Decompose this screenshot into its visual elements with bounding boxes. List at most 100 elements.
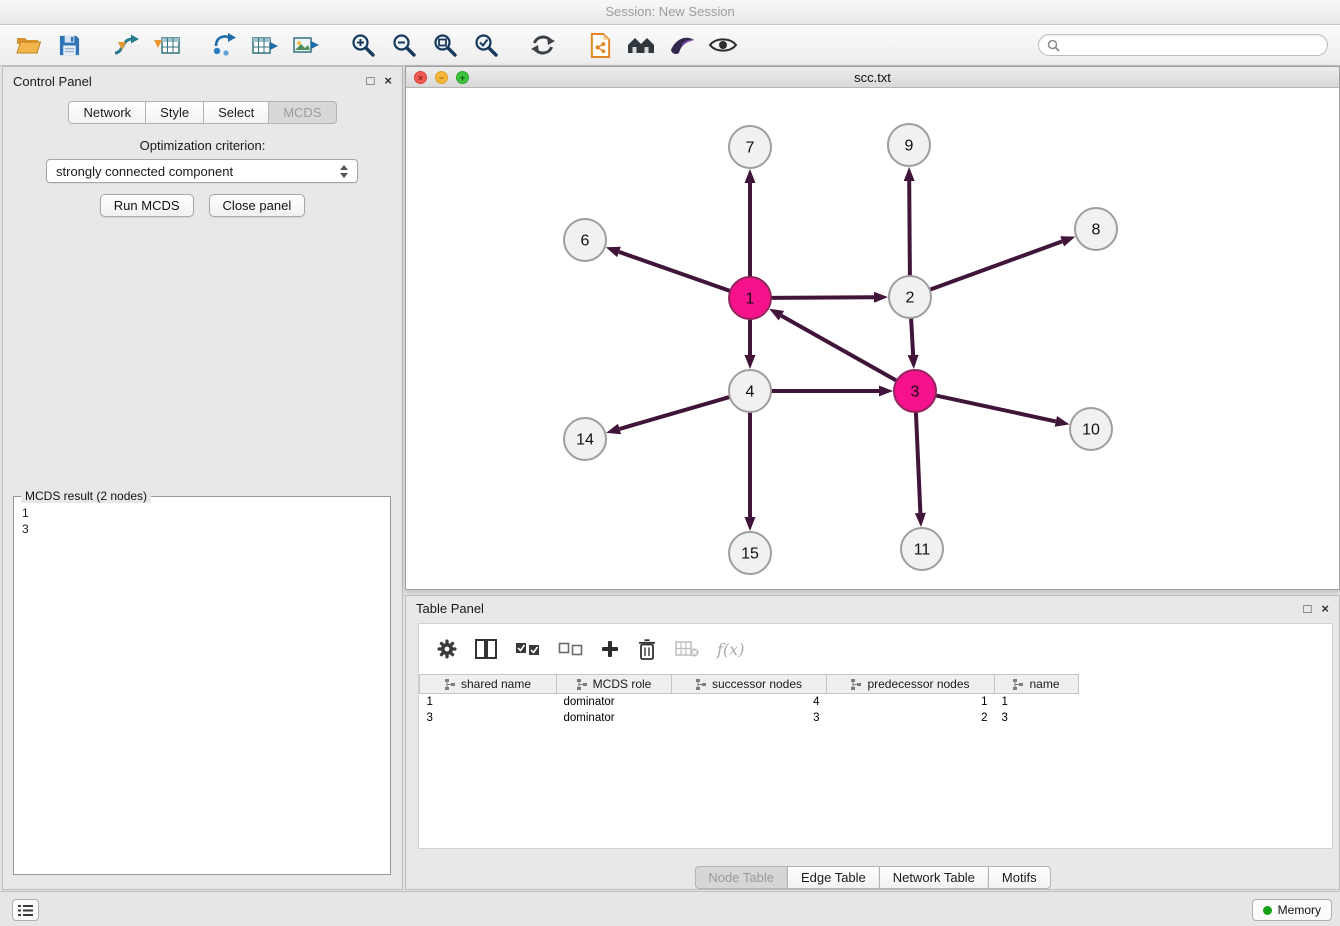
graph-node-9[interactable]: 9 (888, 124, 930, 166)
deselect-all-columns-button[interactable] (558, 634, 583, 664)
network-file-button[interactable] (582, 29, 618, 61)
graph-edge-3-11[interactable] (915, 412, 926, 527)
table-cell[interactable]: 1 (420, 694, 557, 710)
graph-node-6[interactable]: 6 (564, 219, 606, 261)
import-network-button[interactable] (108, 29, 144, 61)
show-graphics-button[interactable] (705, 29, 741, 61)
delete-column-button[interactable] (637, 634, 657, 664)
network-window-titlebar[interactable]: × − + scc.txt (406, 67, 1339, 88)
graph-node-3[interactable]: 3 (894, 370, 936, 412)
table-cell[interactable]: 1 (827, 694, 995, 710)
refresh-layout-button[interactable] (525, 29, 561, 61)
column-header-shared-name[interactable]: shared name (420, 675, 557, 694)
table-row[interactable]: 1dominator411 (420, 694, 1333, 710)
float-table-panel-icon[interactable]: □ (1304, 602, 1312, 616)
svg-text:3: 3 (911, 384, 920, 401)
graph-edge-2-8[interactable] (930, 236, 1076, 290)
export-image-button[interactable] (288, 29, 324, 61)
tab-node-table[interactable]: Node Table (694, 866, 788, 889)
table-cell[interactable]: 2 (827, 710, 995, 726)
search-box[interactable] (1038, 34, 1328, 56)
graph-node-14[interactable]: 14 (564, 418, 606, 460)
close-table-panel-icon[interactable]: × (1321, 602, 1329, 616)
table-cell[interactable]: 3 (995, 710, 1079, 726)
graph-edge-1-6[interactable] (606, 247, 730, 291)
graph-edge-2-3[interactable] (908, 318, 919, 369)
graph-edge-2-9[interactable] (904, 167, 915, 276)
show-columns-button[interactable] (475, 634, 497, 664)
table-cell[interactable]: dominator (557, 710, 672, 726)
column-header-successor-nodes[interactable]: successor nodes (672, 675, 827, 694)
delete-table-icon (675, 640, 699, 658)
close-window-icon[interactable]: × (414, 71, 427, 84)
zoom-out-button[interactable] (386, 29, 422, 61)
memory-button[interactable]: Memory (1252, 899, 1332, 921)
open-session-button[interactable] (10, 29, 46, 61)
unchecked-boxes-icon (558, 642, 583, 656)
table-settings-button[interactable] (437, 634, 457, 664)
criterion-select[interactable]: strongly connected component (46, 159, 358, 183)
zoom-in-icon (350, 32, 376, 58)
export-image-icon (292, 32, 320, 58)
home-layout-button[interactable] (623, 29, 659, 61)
graph-edge-3-1[interactable] (769, 309, 897, 381)
tab-style[interactable]: Style (145, 101, 204, 124)
create-column-button[interactable] (601, 634, 619, 664)
select-all-columns-button[interactable] (515, 634, 540, 664)
graph-node-4[interactable]: 4 (729, 370, 771, 412)
column-header-name[interactable]: name (995, 675, 1079, 694)
table-row[interactable]: 3dominator323 (420, 710, 1333, 726)
export-table-button[interactable] (247, 29, 283, 61)
mcds-result-box[interactable]: MCDS result (2 nodes) 1 3 (13, 496, 391, 875)
minimize-window-icon[interactable]: − (435, 71, 448, 84)
table-cell[interactable]: 4 (672, 694, 827, 710)
graph-node-8[interactable]: 8 (1075, 208, 1117, 250)
graph-edge-3-10[interactable] (936, 395, 1070, 426)
save-session-button[interactable] (51, 29, 87, 61)
delete-table-button[interactable] (675, 634, 699, 664)
columns-icon (475, 639, 497, 659)
graph-edge-1-2[interactable] (771, 292, 888, 303)
table-cell[interactable]: 1 (995, 694, 1079, 710)
network-canvas[interactable]: 7 9 6 8 1 2 4 3 10 14 15 11 (406, 88, 1339, 589)
column-type-icon (577, 679, 588, 690)
close-panel-button[interactable]: Close panel (209, 194, 306, 217)
mcds-result-title: MCDS result (2 nodes) (21, 489, 151, 503)
column-header-predecessor-nodes[interactable]: predecessor nodes (827, 675, 995, 694)
run-mcds-button[interactable]: Run MCDS (100, 194, 194, 217)
graph-node-15[interactable]: 15 (729, 532, 771, 574)
graph-node-7[interactable]: 7 (729, 126, 771, 168)
tab-mcds[interactable]: MCDS (268, 101, 336, 124)
graph-node-2[interactable]: 2 (889, 276, 931, 318)
task-history-button[interactable] (12, 899, 39, 921)
column-header-mcds-role[interactable]: MCDS role (557, 675, 672, 694)
apply-style-button[interactable] (664, 29, 700, 61)
zoom-fit-button[interactable] (427, 29, 463, 61)
close-panel-icon[interactable]: × (384, 74, 392, 88)
graph-node-1[interactable]: 1 (729, 277, 771, 319)
tab-motifs[interactable]: Motifs (988, 866, 1051, 889)
import-network-icon (112, 32, 140, 58)
zoom-selected-button[interactable] (468, 29, 504, 61)
graph-node-11[interactable]: 11 (901, 528, 943, 570)
import-table-button[interactable] (149, 29, 185, 61)
export-network-button[interactable] (206, 29, 242, 61)
tab-network-table[interactable]: Network Table (879, 866, 989, 889)
graph-edge-4-3[interactable] (771, 386, 893, 397)
graph-node-10[interactable]: 10 (1070, 408, 1112, 450)
zoom-in-button[interactable] (345, 29, 381, 61)
search-input[interactable] (1065, 38, 1319, 52)
tab-network[interactable]: Network (68, 101, 146, 124)
function-builder-button[interactable]: f(x) (717, 634, 744, 664)
graph-edge-1-4[interactable] (745, 319, 756, 369)
float-panel-icon[interactable]: □ (367, 74, 375, 88)
table-cell[interactable]: 3 (672, 710, 827, 726)
tab-select[interactable]: Select (203, 101, 269, 124)
tab-edge-table[interactable]: Edge Table (787, 866, 880, 889)
table-cell[interactable]: 3 (420, 710, 557, 726)
graph-edge-4-14[interactable] (606, 397, 730, 434)
table-cell[interactable]: dominator (557, 694, 672, 710)
graph-edge-1-7[interactable] (745, 169, 756, 277)
graph-edge-4-15[interactable] (745, 412, 756, 531)
zoom-window-icon[interactable]: + (456, 71, 469, 84)
